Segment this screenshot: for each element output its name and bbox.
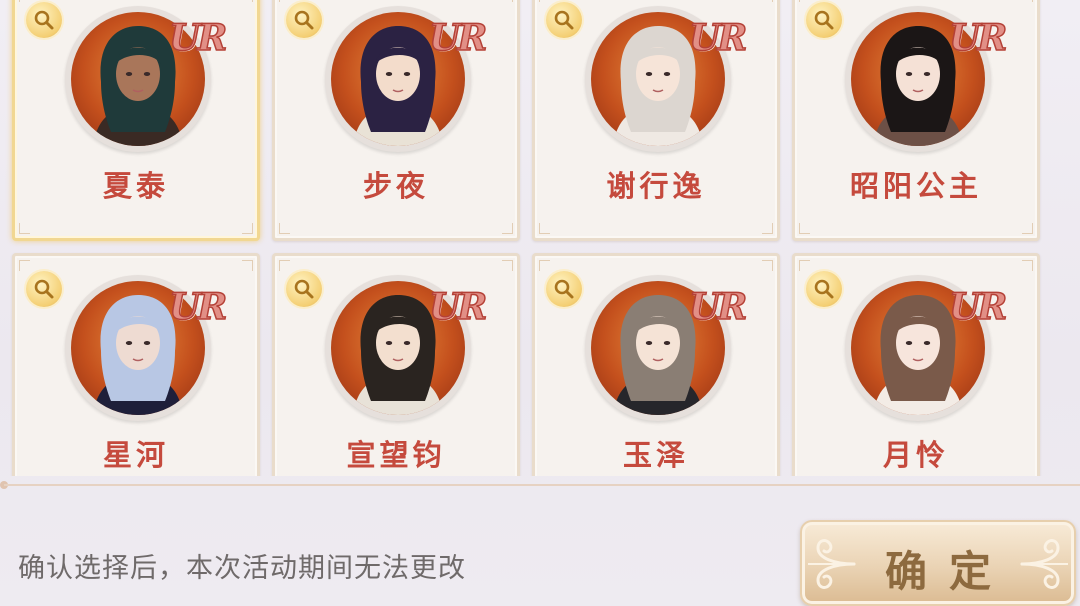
character-grid-viewport[interactable]: UR 夏泰 UR 步夜 UR 谢行逸 UR 昭阳公主 UR 星河 UR 宣望钧 UR 玉泽 UR 月怜: [0, 0, 1080, 476]
confirm-button[interactable]: 确定: [800, 520, 1076, 606]
rarity-badge: UR: [948, 285, 1008, 329]
inspect-button[interactable]: [26, 2, 62, 38]
rarity-badge: UR: [688, 285, 748, 329]
card-corner-ornament: [242, 0, 253, 2]
rarity-badge: UR: [428, 16, 488, 60]
rarity-badge: UR: [168, 285, 228, 329]
card-corner-ornament: [502, 0, 513, 2]
card-corner-ornament: [539, 260, 550, 271]
rarity-badge: UR: [688, 16, 748, 60]
character-card[interactable]: UR 夏泰: [12, 0, 260, 241]
card-corner-ornament: [279, 0, 290, 2]
character-name: 宣望钧: [346, 438, 446, 472]
character-name: 玉泽: [622, 438, 689, 472]
card-corner-ornament: [539, 223, 550, 234]
ornament-swirl-icon: [1020, 539, 1068, 589]
card-corner-ornament: [799, 260, 810, 271]
card-corner-ornament: [19, 260, 30, 271]
card-corner-ornament: [242, 223, 253, 234]
card-corner-ornament: [762, 223, 773, 234]
character-card[interactable]: UR 月怜: [792, 253, 1040, 476]
card-corner-ornament: [539, 0, 550, 2]
card-corner-ornament: [762, 260, 773, 271]
character-select-screen: UR 夏泰 UR 步夜 UR 谢行逸 UR 昭阳公主 UR 星河 UR 宣望钧 UR 玉泽 UR 月怜 确认选…: [0, 0, 1080, 606]
card-corner-ornament: [762, 0, 773, 2]
inspect-button[interactable]: [806, 271, 842, 307]
character-card[interactable]: UR 宣望钧: [272, 253, 520, 476]
divider-line: [4, 484, 1080, 486]
character-name: 星河: [102, 438, 169, 472]
card-corner-ornament: [799, 0, 810, 2]
inspect-button[interactable]: [806, 2, 842, 38]
card-corner-ornament: [502, 260, 513, 271]
character-name: 步夜: [362, 169, 429, 203]
inspect-button[interactable]: [546, 271, 582, 307]
card-corner-ornament: [279, 260, 290, 271]
magnifier-icon: [814, 279, 834, 299]
inspect-button[interactable]: [26, 271, 62, 307]
magnifier-icon: [554, 10, 574, 30]
card-corner-ornament: [1022, 223, 1033, 234]
magnifier-icon: [34, 279, 54, 299]
character-name: 谢行逸: [606, 169, 706, 203]
inspect-button[interactable]: [286, 271, 322, 307]
selection-notice: 确认选择后，本次活动期间无法更改: [18, 553, 466, 584]
magnifier-icon: [814, 10, 834, 30]
rarity-badge: UR: [168, 16, 228, 60]
card-corner-ornament: [799, 223, 810, 234]
card-corner-ornament: [502, 223, 513, 234]
character-card[interactable]: UR 星河: [12, 253, 260, 476]
card-corner-ornament: [19, 223, 30, 234]
magnifier-icon: [294, 279, 314, 299]
character-name: 月怜: [882, 438, 949, 472]
character-card[interactable]: UR 玉泽: [532, 253, 780, 476]
card-corner-ornament: [279, 223, 290, 234]
magnifier-icon: [34, 10, 54, 30]
magnifier-icon: [294, 10, 314, 30]
card-corner-ornament: [1022, 0, 1033, 2]
card-corner-ornament: [242, 260, 253, 271]
character-card[interactable]: UR 昭阳公主: [792, 0, 1040, 241]
rarity-badge: UR: [428, 285, 488, 329]
character-grid: UR 夏泰 UR 步夜 UR 谢行逸 UR 昭阳公主 UR 星河 UR 宣望钧 UR 玉泽 UR 月怜: [12, 0, 1040, 476]
inspect-button[interactable]: [546, 2, 582, 38]
rarity-badge: UR: [948, 16, 1008, 60]
magnifier-icon: [554, 279, 574, 299]
inspect-button[interactable]: [286, 2, 322, 38]
character-card[interactable]: UR 谢行逸: [532, 0, 780, 241]
character-name: 夏泰: [102, 169, 169, 203]
card-corner-ornament: [1022, 260, 1033, 271]
character-name: 昭阳公主: [849, 169, 982, 203]
character-card[interactable]: UR 步夜: [272, 0, 520, 241]
card-corner-ornament: [19, 0, 30, 2]
